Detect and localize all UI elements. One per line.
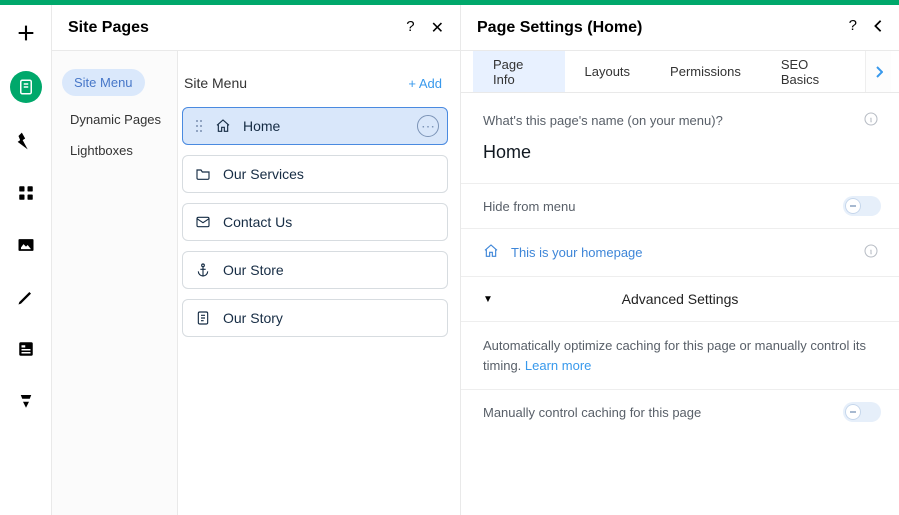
rail-content-icon[interactable] bbox=[12, 335, 40, 363]
rail-media-icon[interactable] bbox=[12, 231, 40, 259]
mail-icon bbox=[195, 214, 211, 230]
caret-down-icon: ▼ bbox=[483, 294, 493, 305]
help-icon[interactable]: ? bbox=[406, 18, 414, 38]
site-pages-nav: Site Menu Dynamic Pages Lightboxes bbox=[52, 51, 178, 515]
advanced-settings-toggle[interactable]: ▼ Advanced Settings bbox=[461, 277, 899, 322]
manual-cache-toggle[interactable] bbox=[843, 402, 881, 422]
page-row-contact[interactable]: Contact Us bbox=[182, 203, 448, 241]
advanced-settings-label: Advanced Settings bbox=[622, 291, 739, 307]
site-menu-panel: Site Menu + Add Home ⋯ bbox=[178, 51, 461, 515]
hide-from-menu-label: Hide from menu bbox=[483, 199, 575, 214]
page-row-services[interactable]: Our Services bbox=[182, 155, 448, 193]
hide-from-menu-toggle[interactable] bbox=[843, 196, 881, 216]
add-page-button[interactable]: + Add bbox=[408, 76, 442, 91]
home-icon bbox=[215, 118, 231, 134]
menu-list-title: Site Menu bbox=[184, 75, 247, 91]
rail-apps-icon[interactable] bbox=[12, 179, 40, 207]
manual-cache-label: Manually control caching for this page bbox=[483, 405, 701, 420]
homepage-label: This is your homepage bbox=[511, 245, 643, 260]
doc-icon bbox=[195, 310, 211, 326]
rail-pen-icon[interactable] bbox=[12, 283, 40, 311]
page-label: Contact Us bbox=[223, 214, 292, 230]
cache-description: Automatically optimize caching for this … bbox=[483, 336, 877, 375]
site-pages-header: Site Pages ? ✕ bbox=[52, 5, 460, 51]
nav-site-menu[interactable]: Site Menu bbox=[62, 69, 145, 96]
tab-page-info[interactable]: Page Info bbox=[473, 51, 565, 92]
rail-lang-icon[interactable] bbox=[12, 387, 40, 415]
back-icon[interactable] bbox=[873, 17, 883, 38]
page-label: Our Story bbox=[223, 310, 283, 326]
folder-icon bbox=[195, 166, 211, 182]
more-options-icon[interactable]: ⋯ bbox=[417, 115, 439, 137]
tool-rail bbox=[0, 5, 52, 515]
home-icon bbox=[483, 243, 499, 262]
page-label: Our Services bbox=[223, 166, 304, 182]
tab-permissions[interactable]: Permissions bbox=[650, 51, 761, 92]
page-row-story[interactable]: Our Story bbox=[182, 299, 448, 337]
settings-tabs: Page Info Layouts Permissions SEO Basics bbox=[461, 51, 899, 93]
page-row-store[interactable]: Our Store bbox=[182, 251, 448, 289]
info-icon[interactable] bbox=[863, 243, 879, 262]
rail-pages-icon[interactable] bbox=[10, 71, 42, 103]
nav-lightboxes[interactable]: Lightboxes bbox=[62, 143, 167, 158]
help-icon[interactable]: ? bbox=[849, 17, 857, 38]
rail-design-icon[interactable] bbox=[12, 127, 40, 155]
page-label: Our Store bbox=[223, 262, 284, 278]
info-icon[interactable] bbox=[863, 111, 879, 130]
learn-more-link[interactable]: Learn more bbox=[525, 358, 591, 373]
page-row-home[interactable]: Home ⋯ bbox=[182, 107, 448, 145]
nav-dynamic-pages[interactable]: Dynamic Pages bbox=[62, 112, 167, 127]
site-pages-title: Site Pages bbox=[68, 19, 149, 37]
tab-layouts[interactable]: Layouts bbox=[565, 51, 651, 92]
anchor-icon bbox=[195, 262, 211, 278]
page-settings-title: Page Settings (Home) bbox=[477, 19, 642, 37]
page-name-value[interactable]: Home bbox=[483, 142, 877, 163]
page-name-label: What's this page's name (on your menu)? bbox=[483, 113, 877, 128]
tab-seo[interactable]: SEO Basics bbox=[761, 51, 865, 92]
page-label: Home bbox=[243, 118, 280, 134]
tabs-scroll-right-icon[interactable] bbox=[865, 51, 891, 92]
close-icon[interactable]: ✕ bbox=[431, 18, 444, 38]
drag-handle-icon[interactable] bbox=[195, 119, 203, 133]
rail-add-icon[interactable] bbox=[12, 19, 40, 47]
page-settings-panel: Page Settings (Home) ? Page Info Layouts… bbox=[461, 5, 899, 515]
